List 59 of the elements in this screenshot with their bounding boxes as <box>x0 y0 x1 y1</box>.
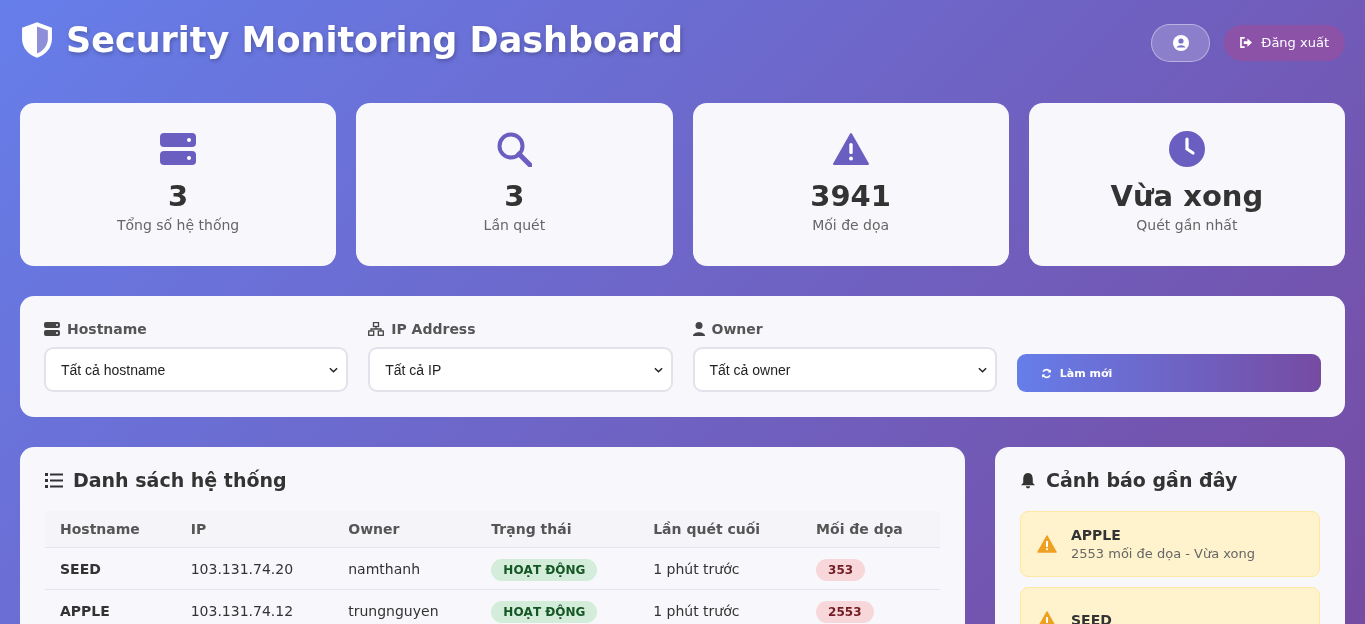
stat-label: Tổng số hệ thống <box>117 217 240 233</box>
logout-icon <box>1240 37 1254 48</box>
stat-value: 3 <box>168 179 189 213</box>
table-cell: 1 phút trước <box>638 547 802 590</box>
stat-value: 3 <box>504 179 525 213</box>
filter-label: Hostname <box>67 321 147 337</box>
clock-icon <box>1168 131 1205 167</box>
section-title: Cảnh báo gần đây <box>1046 469 1238 491</box>
alert-item[interactable]: APPLE 2553 mối đe dọa - Vừa xong <box>1020 511 1320 577</box>
column-header: IP <box>175 511 334 548</box>
chevron-down-icon <box>329 366 339 373</box>
status-badge: HOẠT ĐỘNG <box>491 600 598 623</box>
column-header: Owner <box>333 511 477 548</box>
warning-icon <box>832 131 869 167</box>
stat-value: Vừa xong <box>1110 179 1264 213</box>
filter-dropdown[interactable]: Tất cả hostname <box>44 347 349 392</box>
shield-icon <box>20 20 54 59</box>
table-cell: 103.131.74.20 <box>175 547 334 590</box>
search-icon <box>496 131 533 167</box>
threat-count-badge: 2553 <box>816 600 874 623</box>
filter-dropdown[interactable]: Tất cả IP <box>368 347 673 392</box>
user-icon <box>692 322 705 336</box>
status-badge: HOẠT ĐỘNG <box>491 558 598 581</box>
chevron-down-icon <box>977 366 987 373</box>
dashboard-title: Security Monitoring Dashboard <box>66 19 684 60</box>
user-button[interactable] <box>1151 23 1211 62</box>
threat-count-badge: 353 <box>816 558 866 581</box>
logout-button[interactable]: Đăng xuất <box>1224 24 1345 61</box>
table-cell: 1 phút trước <box>638 589 802 624</box>
network-icon <box>368 322 385 336</box>
table-cell: 103.131.74.12 <box>175 589 334 624</box>
warning-icon <box>1037 535 1057 553</box>
bell-icon <box>1020 471 1036 489</box>
server-icon <box>160 131 197 167</box>
column-header: Mối đe dọa <box>801 511 940 548</box>
filter-label: IP Address <box>391 321 476 337</box>
stat-label: Mối đe dọa <box>812 217 890 233</box>
table-cell: namthanh <box>333 547 477 590</box>
filter-label: Owner <box>711 321 763 337</box>
alert-detail: 2553 mối đe dọa - Vừa xong <box>1071 546 1256 561</box>
table-cell: APPLE <box>45 589 176 624</box>
alert-host: APPLE <box>1071 527 1122 543</box>
stat-label: Lần quét <box>483 217 546 233</box>
column-header: Lần quét cuối <box>638 511 802 548</box>
filter-dropdown[interactable]: Tất cả owner <box>692 347 997 392</box>
refresh-icon <box>1040 367 1052 379</box>
chevron-down-icon <box>653 366 663 373</box>
list-icon <box>45 472 63 488</box>
stat-label: Quét gần nhất <box>1136 217 1238 233</box>
user-icon <box>1172 34 1189 51</box>
warning-icon <box>1037 611 1057 624</box>
column-header: Trạng thái <box>476 511 639 548</box>
stat-value: 3941 <box>810 179 891 213</box>
section-title: Danh sách hệ thống <box>73 469 287 491</box>
refresh-button[interactable]: Làm mới <box>1016 354 1321 392</box>
table-cell: SEED <box>45 547 176 590</box>
column-header: Hostname <box>45 511 176 548</box>
server-icon <box>44 322 60 336</box>
table-cell: trungnguyen <box>333 589 477 624</box>
